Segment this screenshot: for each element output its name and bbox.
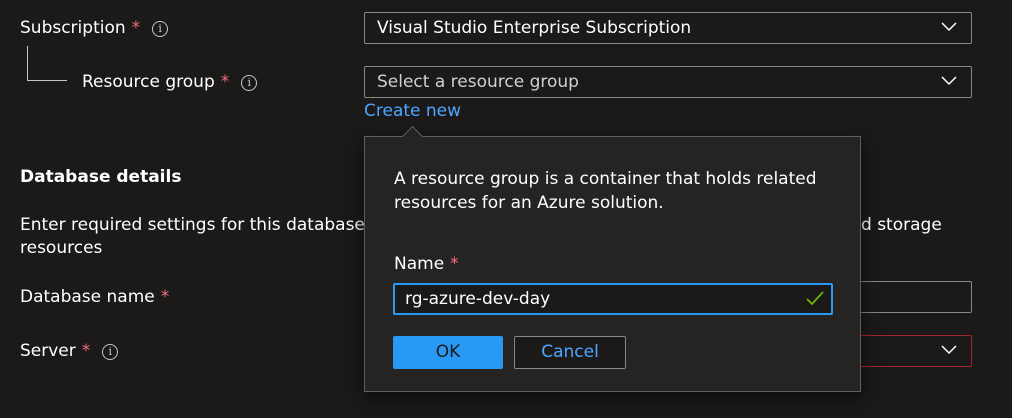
database-details-description-line1: Enter required settings for this databas… xyxy=(20,215,401,235)
checkmark-icon xyxy=(806,291,824,306)
database-details-heading: Database details xyxy=(20,167,182,187)
resource-group-label: Resource group xyxy=(82,72,215,92)
info-icon[interactable]: i xyxy=(102,344,119,360)
required-asterisk: * xyxy=(220,72,230,92)
cancel-button[interactable]: Cancel xyxy=(514,336,626,369)
required-asterisk: * xyxy=(160,287,170,307)
callout-description: A resource group is a container that hol… xyxy=(394,169,817,213)
callout-beak xyxy=(401,125,424,148)
create-new-link[interactable]: Create new xyxy=(364,101,461,121)
required-asterisk: * xyxy=(131,18,141,38)
chevron-down-icon xyxy=(941,76,957,86)
chevron-down-icon xyxy=(941,345,957,355)
database-details-description-tail: d storage xyxy=(861,215,942,235)
resource-group-dropdown[interactable]: Select a resource group xyxy=(364,66,972,98)
subscription-dropdown[interactable]: Visual Studio Enterprise Subscription xyxy=(364,12,972,44)
database-name-label: Database name xyxy=(20,287,155,307)
required-asterisk: * xyxy=(81,341,91,361)
name-label: Name xyxy=(394,254,445,274)
database-details-description-line2: resources xyxy=(20,238,103,258)
info-icon[interactable]: i xyxy=(152,21,169,37)
subscription-label-row: Subscription * i xyxy=(20,18,169,38)
server-label: Server xyxy=(20,341,76,361)
subscription-label: Subscription xyxy=(20,18,126,38)
create-resource-group-callout: A resource group is a container that hol… xyxy=(364,125,861,392)
tree-connector-horizontal xyxy=(27,80,67,81)
server-label-row: Server * i xyxy=(20,341,119,361)
ok-button[interactable]: OK xyxy=(393,336,503,369)
chevron-down-icon xyxy=(941,22,957,32)
database-name-label-row: Database name * xyxy=(20,287,169,307)
resource-group-placeholder: Select a resource group xyxy=(377,72,579,92)
subscription-value: Visual Studio Enterprise Subscription xyxy=(377,18,692,38)
resource-group-label-row: Resource group * i xyxy=(82,72,258,92)
tree-connector-vertical xyxy=(27,46,28,80)
name-label-row: Name * xyxy=(394,254,459,274)
required-asterisk: * xyxy=(450,254,459,274)
info-icon[interactable]: i xyxy=(241,75,258,91)
resource-group-name-input[interactable]: rg-azure-dev-day xyxy=(393,283,833,315)
resource-group-name-value: rg-azure-dev-day xyxy=(405,289,551,309)
